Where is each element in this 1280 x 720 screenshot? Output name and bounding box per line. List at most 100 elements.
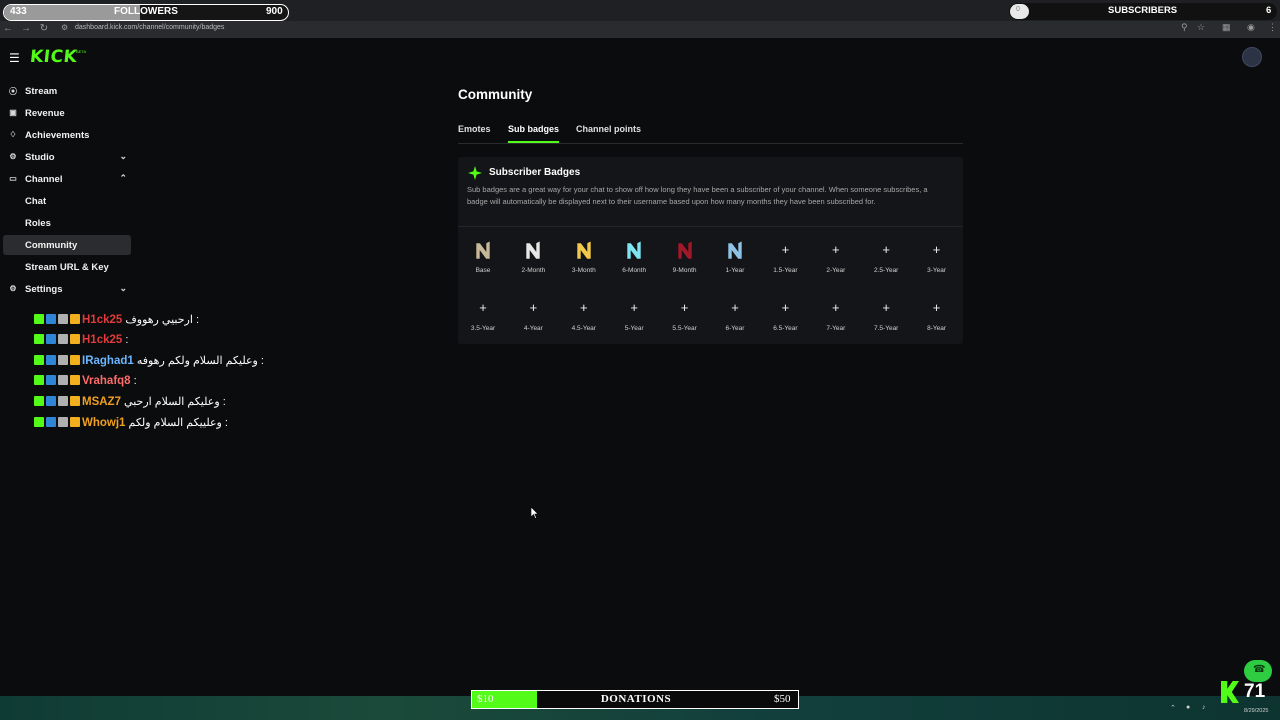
- badge-label: 3.5-Year: [470, 325, 496, 332]
- badge-slot-7-5-year[interactable]: +7.5-Year: [865, 296, 905, 340]
- chat-badge-icon: [34, 333, 44, 344]
- chat-message: MSAZ7 وعليكم السلام ارحبي :: [34, 395, 226, 411]
- chat-text: وعليكم السلام ارحبي :: [124, 396, 226, 408]
- profile-icon[interactable]: ◉: [1247, 22, 1255, 33]
- chat-badge-icon: [58, 333, 68, 344]
- badge-slot-2-5-year[interactable]: +2.5-Year: [865, 238, 905, 282]
- tab-channel-points[interactable]: Channel points: [576, 124, 641, 134]
- tray-date: 8/29/2025: [1244, 708, 1269, 714]
- tab-sub-badges[interactable]: Sub badges: [508, 124, 559, 134]
- sidebar-item-stream-url-key[interactable]: Stream URL & Key: [3, 257, 131, 277]
- chat-badge-icon: [46, 374, 56, 385]
- badge-slot-4-year[interactable]: +4-Year: [512, 296, 552, 340]
- badge-slot-3-5-year[interactable]: +3.5-Year: [462, 296, 502, 340]
- badge-label: 4.5-Year: [571, 325, 596, 332]
- badge-slot-2-month[interactable]: 2-Month: [512, 238, 552, 282]
- sidebar-item-settings[interactable]: ⚙ Settings ⌄: [3, 279, 131, 299]
- chat-badge-icon: [70, 355, 80, 365]
- badge-label: 6.5-Year: [773, 325, 798, 332]
- badge-slot-5-year[interactable]: +5-Year: [613, 296, 653, 340]
- network-icon[interactable]: ●: [1186, 704, 1190, 711]
- sidebar-item-label: Settings: [25, 284, 63, 295]
- chat-bubble-button[interactable]: ☎: [1244, 660, 1272, 682]
- chevron-down-icon[interactable]: ⌄: [119, 283, 127, 294]
- badge-slot-6-5-year[interactable]: +6.5-Year: [764, 296, 804, 340]
- badge-label: 5.5-Year: [672, 325, 697, 332]
- bookmark-star-icon[interactable]: ☆: [1197, 22, 1205, 33]
- chat-message: H1ck25 :: [34, 333, 128, 350]
- badge-slot-3-year[interactable]: +3-Year: [916, 238, 956, 282]
- zoom-icon[interactable]: ⚲: [1181, 22, 1188, 33]
- badge-slot-1-year[interactable]: 1-Year: [714, 238, 754, 282]
- badge-slot-1-5-year[interactable]: +1.5-Year: [764, 238, 804, 282]
- sidebar-item-revenue[interactable]: ▣ Revenue: [3, 103, 131, 123]
- subscribers-progress-knob: 0: [1010, 4, 1029, 19]
- menu-dots-icon[interactable]: ⋮: [1268, 22, 1277, 33]
- chat-badge-icon: [46, 355, 56, 365]
- address-bar[interactable]: ⚙ dashboard.kick.com/channel/community/b…: [58, 22, 1188, 36]
- badge-slot-2-year[interactable]: +2-Year: [815, 238, 855, 282]
- logo-beta-tag: BETA: [76, 49, 87, 54]
- badge-slot-8-year[interactable]: +8-Year: [916, 296, 956, 340]
- sidebar-item-stream[interactable]: ⦿ Stream: [3, 81, 131, 101]
- add-badge-icon[interactable]: +: [625, 297, 643, 319]
- chat-badge-icon: [34, 396, 44, 406]
- add-badge-icon[interactable]: +: [776, 239, 794, 261]
- sidebar-item-achievements[interactable]: ♢ Achievements: [3, 125, 131, 145]
- badge-slot-3-month[interactable]: 3-Month: [563, 238, 603, 282]
- add-badge-icon[interactable]: +: [726, 297, 744, 319]
- sub-badge-icon: [576, 240, 592, 260]
- sidebar-item-label: Studio: [25, 152, 55, 163]
- add-badge-icon[interactable]: +: [474, 297, 492, 319]
- chevron-down-icon[interactable]: ⌄: [119, 151, 127, 162]
- volume-icon[interactable]: ♪: [1202, 704, 1206, 711]
- chat-badge-icon: [34, 374, 44, 385]
- extensions-icon[interactable]: ▦: [1222, 22, 1231, 33]
- active-tab-indicator: [508, 141, 559, 143]
- sidebar-item-chat[interactable]: Chat: [3, 191, 131, 211]
- forward-icon[interactable]: →: [21, 23, 31, 34]
- user-avatar[interactable]: [1242, 47, 1262, 67]
- badge-slot-9-month[interactable]: 9-Month: [664, 238, 704, 282]
- chevron-up-icon[interactable]: ⌃: [119, 173, 127, 184]
- badge-label: 3-Month: [571, 267, 596, 274]
- add-badge-icon[interactable]: +: [676, 297, 694, 319]
- sidebar-item-label: Roles: [25, 218, 51, 229]
- add-badge-icon[interactable]: +: [928, 239, 946, 261]
- badge-slot-6-month[interactable]: 6-Month: [613, 238, 653, 282]
- badge-slot-5-5-year[interactable]: +5.5-Year: [664, 296, 704, 340]
- sidebar-item-channel[interactable]: ▭ Channel ⌃: [3, 169, 131, 189]
- add-badge-icon[interactable]: +: [928, 297, 946, 319]
- badge-slot-4-5-year[interactable]: +4.5-Year: [563, 296, 603, 340]
- panel-title: Subscriber Badges: [489, 167, 581, 178]
- add-badge-icon[interactable]: +: [827, 297, 845, 319]
- badge-slot-base[interactable]: Base: [462, 238, 502, 282]
- sidebar-item-label: Community: [25, 240, 78, 251]
- add-badge-icon[interactable]: +: [776, 297, 794, 319]
- subscriber-badges-panel: Subscriber Badges Sub badges are a great…: [458, 157, 963, 344]
- add-badge-icon[interactable]: +: [877, 239, 895, 261]
- kick-counter-value: 71: [1244, 681, 1266, 702]
- kick-logo[interactable]: KICK: [29, 47, 78, 67]
- tab-emotes[interactable]: Emotes: [458, 124, 491, 134]
- sidebar-item-studio[interactable]: ⚙ Studio ⌄: [3, 147, 131, 167]
- badge-label: 3-Year: [927, 267, 947, 274]
- add-badge-icon[interactable]: +: [575, 297, 593, 319]
- sidebar-item-roles[interactable]: Roles: [3, 213, 131, 233]
- hamburger-menu-icon[interactable]: ☰: [9, 51, 20, 65]
- add-badge-icon[interactable]: +: [877, 297, 895, 319]
- back-icon[interactable]: ←: [3, 23, 13, 34]
- add-badge-icon[interactable]: +: [827, 239, 845, 261]
- sidebar-item-community[interactable]: Community: [3, 235, 131, 255]
- add-badge-icon[interactable]: +: [524, 297, 542, 319]
- badge-slot-6-year[interactable]: +6-Year: [714, 296, 754, 340]
- followers-goal-bar: 433 FOLLOWERS 900: [3, 4, 289, 21]
- badge-label: Base: [475, 267, 491, 274]
- headset-icon: ☎: [1253, 664, 1266, 675]
- chat-username: IRaghad1: [82, 355, 134, 367]
- tray-chevron-icon[interactable]: ⌃: [1170, 704, 1176, 712]
- badge-label: 7.5-Year: [874, 325, 899, 332]
- reload-icon[interactable]: ↻: [39, 23, 49, 34]
- badge-slot-7-year[interactable]: +7-Year: [815, 296, 855, 340]
- site-info-icon[interactable]: ⚙: [61, 23, 68, 32]
